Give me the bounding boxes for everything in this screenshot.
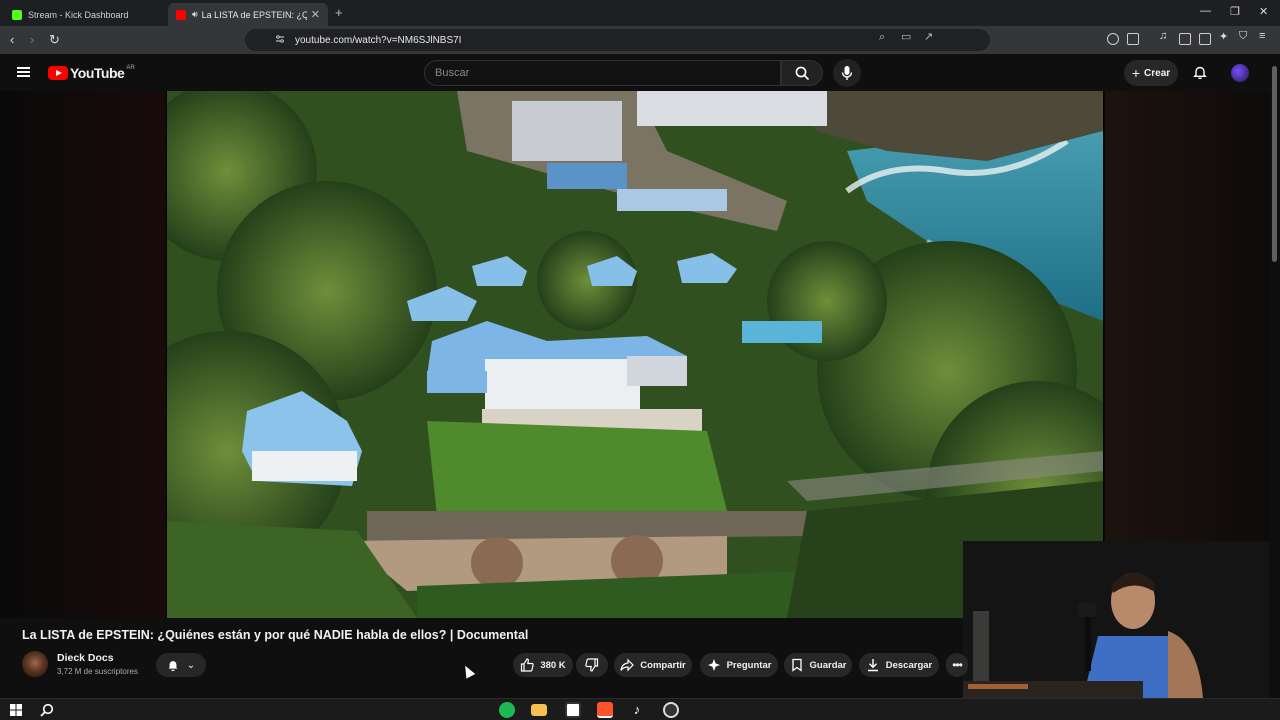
video-title: La LISTA de EPSTEIN: ¿Quiénes están y po… xyxy=(22,628,529,642)
thumbs-up-icon xyxy=(521,658,535,672)
youtube-header: YouTube AR Buscar + Crear xyxy=(0,54,1280,91)
maximize-icon[interactable]: ❐ xyxy=(1230,5,1240,18)
url-text: youtube.com/watch?v=NM6SJlNBS7I xyxy=(295,34,462,46)
mouse-cursor-icon xyxy=(460,663,476,679)
like-button[interactable]: 380 K xyxy=(513,653,573,677)
search-placeholder: Buscar xyxy=(435,67,470,79)
subscription-notifications-button[interactable]: ⌄ xyxy=(156,653,206,677)
download-label: Descargar xyxy=(885,659,933,671)
tab-title: Stream - Kick Dashboard xyxy=(28,9,129,20)
ask-button[interactable]: Preguntar xyxy=(700,653,778,677)
wallet-icon[interactable] xyxy=(1199,33,1211,45)
taskbar-search-icon[interactable] xyxy=(40,703,54,717)
share-page-icon[interactable]: ↗ xyxy=(924,30,933,43)
sparkle-icon xyxy=(707,659,720,671)
leo-ai-icon[interactable]: ✦ xyxy=(1219,30,1228,43)
chevron-down-icon: ⌄ xyxy=(186,659,196,671)
zoom-icon[interactable]: ⌕ xyxy=(879,31,885,44)
menu-hamburger-icon[interactable] xyxy=(17,67,30,77)
spotify-icon[interactable] xyxy=(499,702,515,718)
vpn-shield-icon[interactable]: ⛉ xyxy=(1239,30,1247,43)
youtube-wordmark: YouTube xyxy=(70,65,125,81)
save-button[interactable]: Guardar xyxy=(784,653,852,677)
more-actions-button[interactable]: ••• xyxy=(946,653,968,677)
site-settings-icon[interactable] xyxy=(275,34,285,44)
download-icon xyxy=(867,659,878,672)
tiktok-icon[interactable]: ♪ xyxy=(629,702,645,718)
create-label: Crear xyxy=(1144,67,1171,79)
video-frame[interactable] xyxy=(167,91,1103,618)
browser-toolbar: ‹ › ↻ youtube.com/watch?v=NM6SJlNBS7I ⌕ … xyxy=(0,26,1280,72)
reading-list-icon[interactable] xyxy=(1179,33,1191,45)
kick-favicon-icon xyxy=(12,9,22,20)
cast-icon[interactable]: ▭ xyxy=(901,30,911,43)
subscriber-count: 3,72 M de suscriptores xyxy=(57,667,138,676)
thumbs-down-icon xyxy=(585,658,599,672)
channel-avatar[interactable] xyxy=(22,651,48,677)
new-tab-icon[interactable]: + xyxy=(335,5,343,20)
download-button[interactable]: Descargar xyxy=(859,653,939,677)
channel-name[interactable]: Dieck Docs xyxy=(57,652,114,664)
back-icon[interactable]: ‹ xyxy=(10,32,14,47)
tab-kick-dashboard[interactable]: Stream - Kick Dashboard xyxy=(4,3,164,26)
bell-icon xyxy=(168,661,178,671)
share-button[interactable]: Compartir xyxy=(614,653,692,677)
search-icon xyxy=(795,66,810,81)
sidebar-panel-icon[interactable] xyxy=(1127,33,1139,45)
video-thumbnail-image xyxy=(167,91,1103,618)
extensions-icon[interactable] xyxy=(1107,33,1119,45)
country-code: AR xyxy=(126,65,135,71)
close-tab-icon[interactable]: ✕ xyxy=(311,8,320,21)
search-input[interactable]: Buscar xyxy=(424,60,781,86)
streamer-webcam-image xyxy=(963,541,1269,698)
search-button[interactable] xyxy=(781,60,823,86)
tab-title: La LISTA de EPSTEIN: ¿Quiénes xyxy=(201,9,307,20)
windows-start-icon[interactable] xyxy=(10,704,22,716)
youtube-play-icon xyxy=(48,66,68,80)
browser-menu-icon[interactable]: ≡ xyxy=(1259,30,1265,42)
dislike-button[interactable] xyxy=(576,653,608,677)
microphone-icon xyxy=(841,66,853,80)
close-window-icon[interactable]: ✕ xyxy=(1259,5,1268,18)
plus-icon: + xyxy=(1131,65,1141,81)
windows-taskbar: ♪ xyxy=(0,698,1280,720)
notion-icon[interactable] xyxy=(565,702,581,718)
reload-icon[interactable]: ↻ xyxy=(49,32,60,48)
minimize-icon[interactable]: — xyxy=(1200,5,1211,17)
create-button[interactable]: + Crear xyxy=(1124,60,1178,86)
webcam-overlay xyxy=(963,541,1269,698)
obs-studio-icon[interactable] xyxy=(663,702,679,718)
like-count: 380 K xyxy=(540,659,566,671)
share-label: Compartir xyxy=(640,659,686,671)
voice-search-button[interactable] xyxy=(833,59,861,87)
media-music-icon[interactable]: ♫ xyxy=(1159,30,1167,42)
file-explorer-icon[interactable] xyxy=(531,704,547,716)
browser-tabstrip: Stream - Kick Dashboard 🔊︎ La LISTA de E… xyxy=(0,0,1280,26)
youtube-logo[interactable]: YouTube AR xyxy=(48,65,135,81)
save-label: Guardar xyxy=(809,659,847,671)
brave-browser-icon[interactable] xyxy=(597,702,613,718)
speaker-icon: 🔊︎ xyxy=(192,9,198,19)
page-scrollbar-thumb[interactable] xyxy=(1272,66,1277,262)
forward-icon[interactable]: › xyxy=(30,32,34,47)
share-icon xyxy=(620,658,635,672)
ask-label: Preguntar xyxy=(726,659,772,671)
bookmark-save-icon xyxy=(791,658,802,672)
notifications-bell-icon[interactable] xyxy=(1193,65,1207,79)
tab-youtube-video[interactable]: 🔊︎ La LISTA de EPSTEIN: ¿Quiénes ✕ xyxy=(168,3,328,26)
account-avatar[interactable] xyxy=(1231,64,1249,82)
youtube-favicon-icon xyxy=(176,9,186,20)
